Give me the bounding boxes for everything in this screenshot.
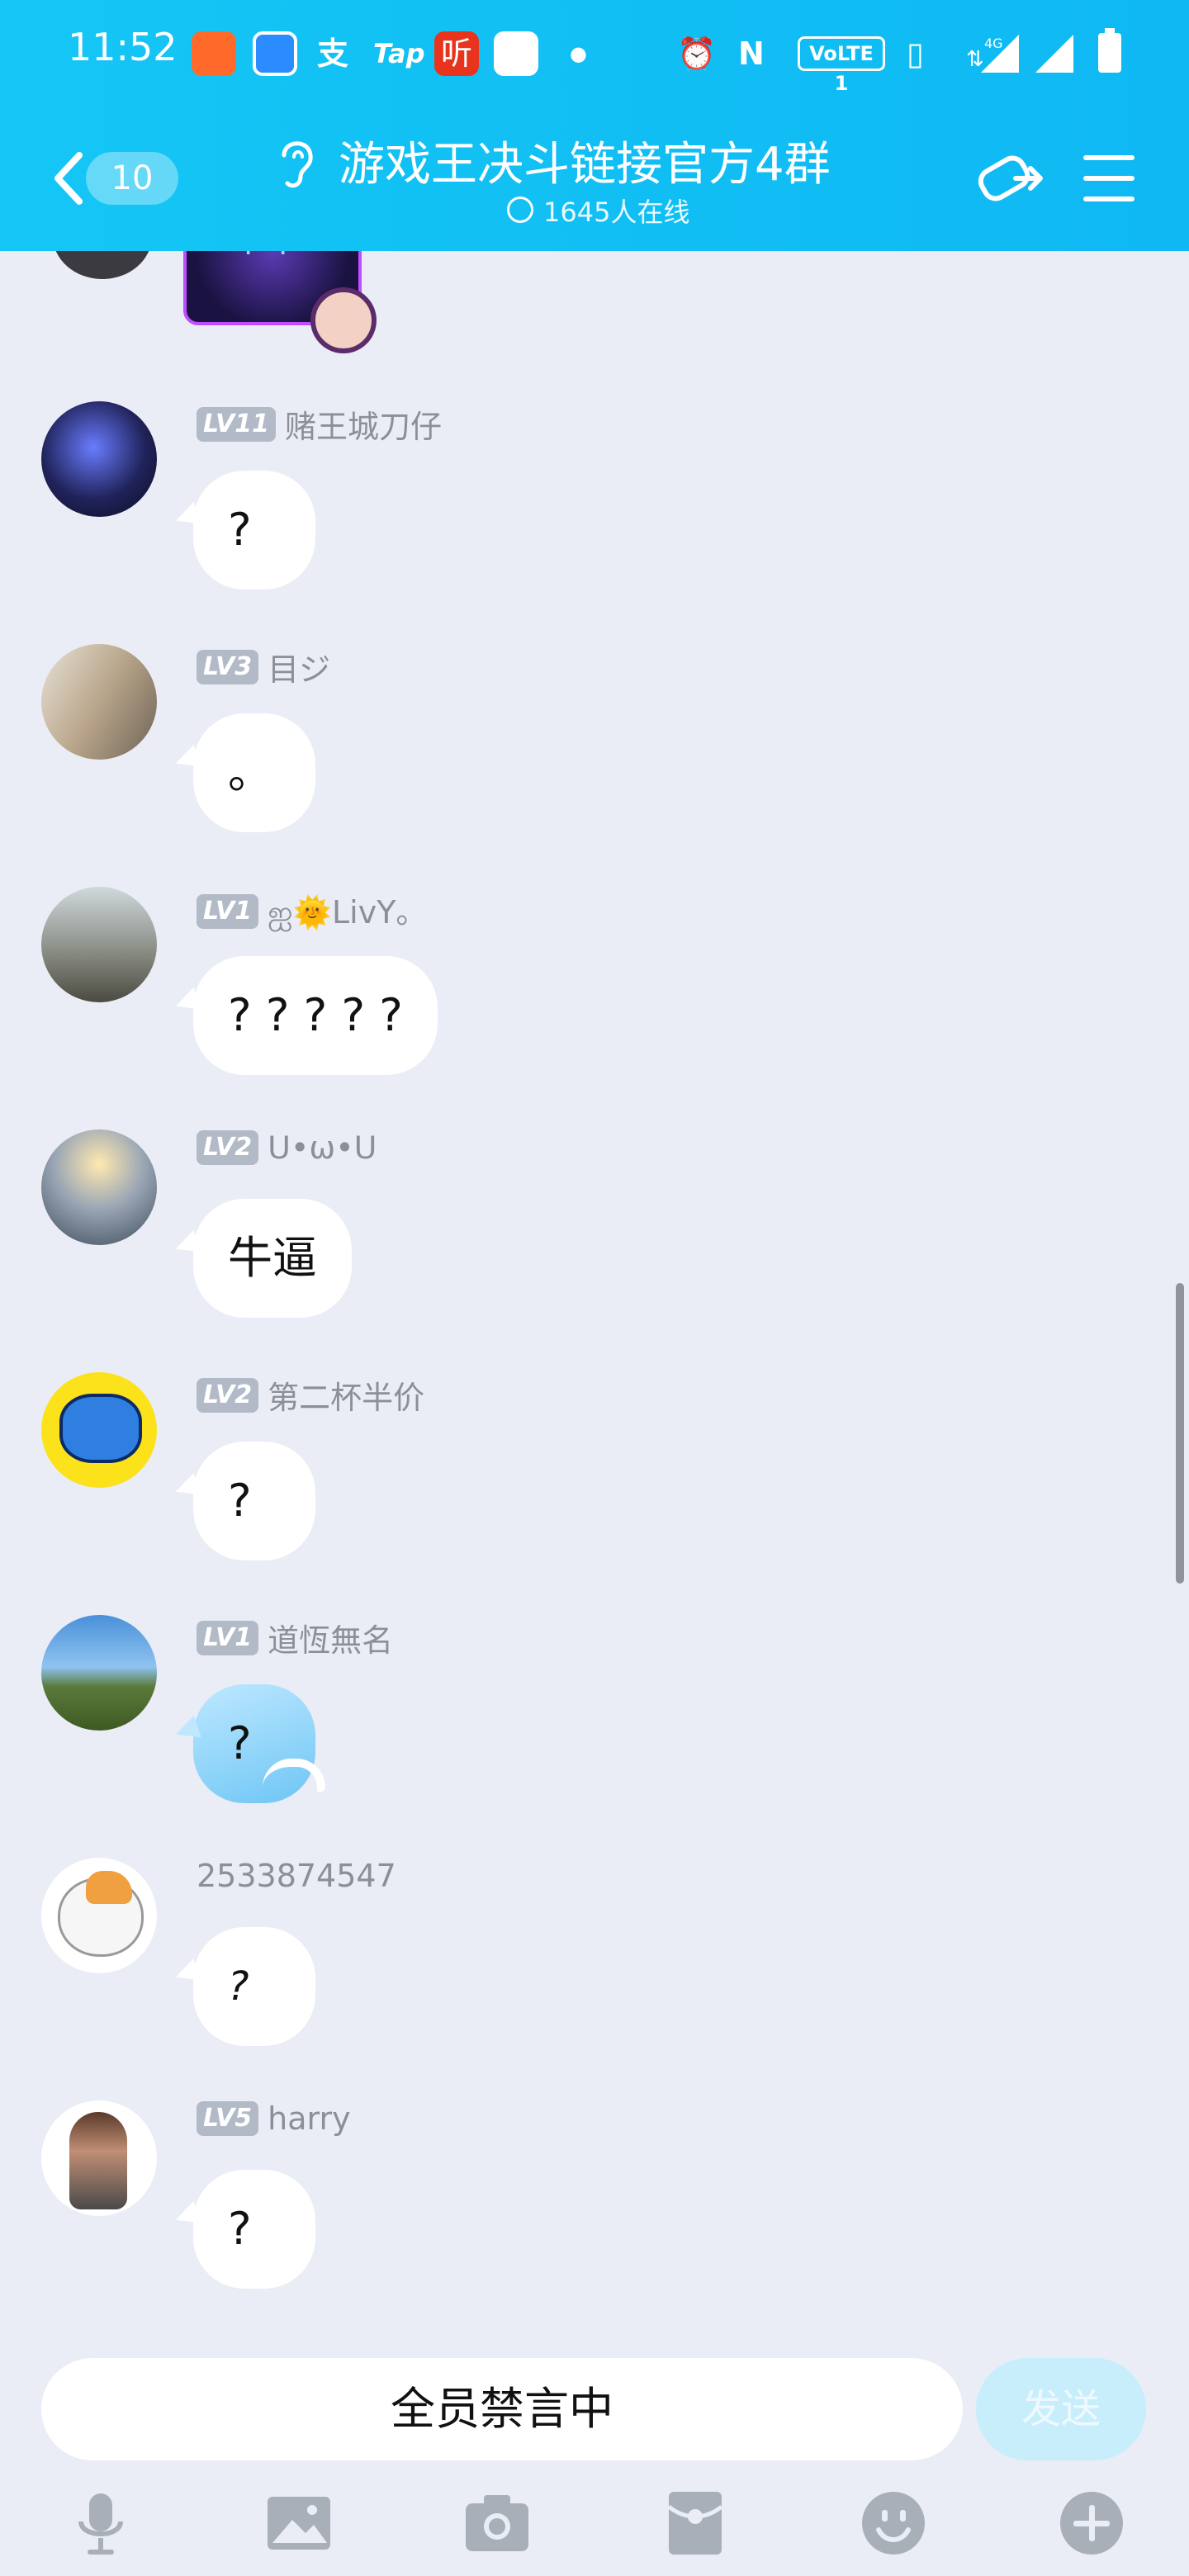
unread-count-badge[interactable]: 10 xyxy=(86,152,178,205)
avatar[interactable] xyxy=(41,644,157,760)
volte-icon: VoLTE 1 xyxy=(798,36,885,95)
header: 11:52 支 Tap 听 ● ⏰ N VoLTE 1 ▯ 4G ⇅ 10 游戏… xyxy=(0,0,1189,251)
blue-creature-icon xyxy=(59,1394,142,1463)
image-icon[interactable] xyxy=(264,2488,334,2558)
message-meta: LV5 harry xyxy=(197,2100,351,2142)
alarm-icon: ⏰ xyxy=(677,36,717,72)
message-item: 2533874547 ? xyxy=(0,1858,1073,2100)
shop-app-icon xyxy=(192,31,236,76)
message-bubble[interactable]: ? xyxy=(193,1442,315,1560)
mic-icon[interactable] xyxy=(66,2488,135,2558)
message-meta: LV3 目ジ xyxy=(197,644,330,688)
star-app-icon xyxy=(253,31,297,76)
sender-name[interactable]: ஐ🌞LivY。 xyxy=(268,887,427,935)
level-badge: LV1 xyxy=(197,1620,259,1655)
share-icon[interactable] xyxy=(976,145,1050,211)
message-meta: LV1 道恆無名 xyxy=(197,1615,393,1659)
alipay-icon: 支 xyxy=(317,36,349,72)
message-bubble[interactable]: ? xyxy=(193,471,315,590)
prev-avatar[interactable] xyxy=(53,251,152,279)
scrollbar[interactable] xyxy=(1176,1283,1184,1584)
signal-icon xyxy=(1035,35,1073,73)
message-input[interactable]: 全员禁言中 xyxy=(41,2358,963,2460)
avatar[interactable] xyxy=(41,1615,157,1731)
avatar[interactable] xyxy=(41,1372,157,1488)
message-item: LV2 第二杯半价 ? xyxy=(0,1372,1073,1615)
level-badge: LV2 xyxy=(197,1377,259,1413)
battery-icon xyxy=(1098,28,1121,73)
avatar[interactable] xyxy=(41,1858,157,1973)
emoji-icon[interactable] xyxy=(859,2488,928,2558)
message-bubble[interactable]: 。 xyxy=(193,713,315,832)
message-meta: LV11 赌王城刀仔 xyxy=(197,401,442,445)
camera-icon[interactable] xyxy=(462,2488,532,2558)
sender-name[interactable]: 赌王城刀仔 xyxy=(285,401,442,447)
network-label: 4G xyxy=(984,36,1003,51)
message-meta: 2533874547 xyxy=(197,1858,396,1899)
sender-name[interactable]: harry xyxy=(268,2100,350,2137)
signal-4g-icon: 4G ⇅ xyxy=(966,35,1019,73)
message-item: LV11 赌王城刀仔 ? xyxy=(0,401,1073,644)
sender-name[interactable]: 道恆無名 xyxy=(268,1615,393,1660)
plus-icon[interactable] xyxy=(1057,2488,1126,2558)
sender-name[interactable]: 目ジ xyxy=(268,644,330,689)
avatar[interactable] xyxy=(41,1129,157,1245)
online-count[interactable]: 1645人在线 xyxy=(543,192,689,230)
message-meta: LV2 ᑌ•ω•ᑌ xyxy=(197,1129,377,1171)
message-bubble[interactable]: 牛逼 xyxy=(193,1199,352,1318)
sender-name[interactable]: ᑌ•ω•ᑌ xyxy=(268,1129,377,1166)
message-meta: LV1 ஐ🌞LivY。 xyxy=(197,887,427,930)
message-item: LV2 ᑌ•ω•ᑌ 牛逼 xyxy=(0,1129,1073,1372)
dot-icon: ● xyxy=(570,42,587,65)
avatar[interactable] xyxy=(41,401,157,517)
online-icon xyxy=(507,197,533,223)
status-bar: 11:52 支 Tap 听 ● ⏰ N VoLTE 1 ▯ 4G ⇅ xyxy=(0,0,1189,107)
message-bubble[interactable]: ? xyxy=(193,1927,315,2046)
level-badge: LV3 xyxy=(197,649,259,684)
sender-name[interactable]: 2533874547 xyxy=(197,1858,396,1894)
level-badge: LV2 xyxy=(197,1130,259,1165)
menu-icon[interactable] xyxy=(1083,155,1135,201)
message-meta: LV2 第二杯半价 xyxy=(197,1372,424,1416)
person-figure xyxy=(69,2112,127,2209)
message-item: LV5 harry ? xyxy=(0,2100,1073,2332)
net-app-icon xyxy=(494,31,538,76)
sticker-marks: ? ? xyxy=(241,251,291,262)
chat-list[interactable]: ? ? LV11 赌王城刀仔 ? LV3 目ジ 。 LV1 ஐ🌞LivY。 ? … xyxy=(0,251,1189,2332)
nav-bar: 10 游戏王决斗链接官方4群 1645人在线 xyxy=(0,116,1189,239)
input-area: 全员禁言中 发送 xyxy=(0,2332,1189,2576)
send-button[interactable]: 发送 xyxy=(976,2358,1146,2460)
taptap-icon: Tap xyxy=(373,38,425,69)
avatar[interactable] xyxy=(41,2100,157,2216)
message-bubble[interactable]: ? ? ? ? ? xyxy=(193,956,438,1075)
svg-text:⇅: ⇅ xyxy=(966,47,984,72)
vibrate-icon: ▯ xyxy=(907,36,924,72)
level-badge: LV1 xyxy=(197,893,259,929)
message-item: LV3 目ジ 。 xyxy=(0,644,1073,887)
sticker-character xyxy=(310,287,377,353)
ear-icon[interactable] xyxy=(276,134,317,192)
message-item: LV1 ஐ🌞LivY。 ? ? ? ? ? xyxy=(0,887,1073,1129)
clock: 11:52 xyxy=(68,25,178,69)
group-title[interactable]: 游戏王决斗链接官方4群 xyxy=(339,127,831,194)
sender-name[interactable]: 第二杯半价 xyxy=(268,1372,424,1418)
listen-app-icon: 听 xyxy=(434,31,479,76)
level-badge: LV5 xyxy=(197,2101,259,2136)
nfc-icon: N xyxy=(738,36,765,72)
avatar[interactable] xyxy=(41,887,157,1002)
red-packet-icon[interactable] xyxy=(661,2488,730,2558)
cat-patch xyxy=(86,1871,132,1904)
message-bubble[interactable]: ? xyxy=(193,2170,315,2289)
message-item: LV1 道恆無名 ? xyxy=(0,1615,1073,1858)
level-badge: LV11 xyxy=(197,406,276,442)
